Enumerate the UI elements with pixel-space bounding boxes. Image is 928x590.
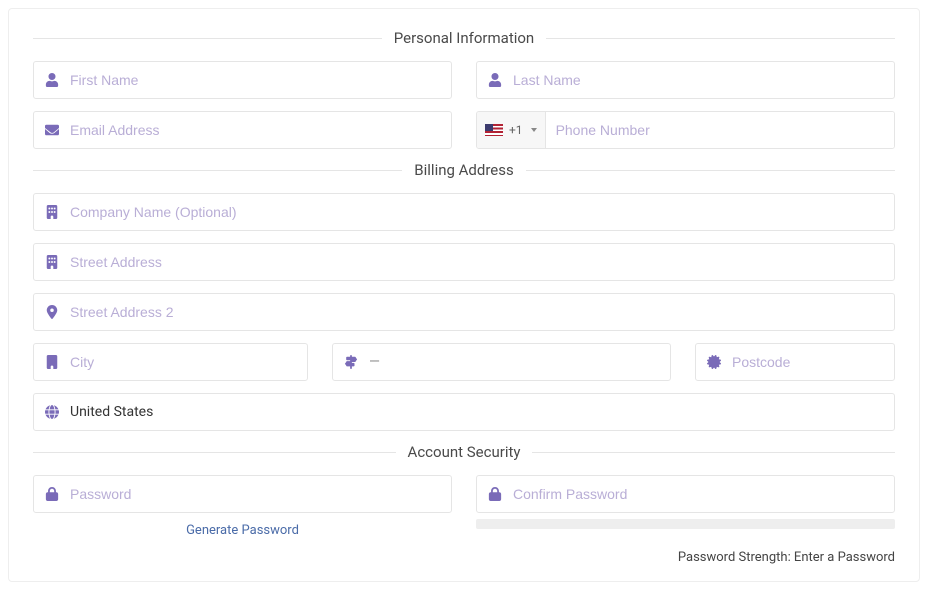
street1-field[interactable] — [33, 243, 895, 281]
password-strength-bar — [476, 519, 895, 529]
building-icon — [44, 205, 60, 219]
section-title-security: Account Security — [396, 443, 533, 461]
postcode-field[interactable] — [695, 343, 895, 381]
section-title-personal: Personal Information — [382, 29, 546, 47]
section-divider-security: Account Security — [33, 443, 895, 461]
state-field[interactable]: — — [332, 343, 671, 381]
street2-input[interactable] — [70, 304, 884, 320]
phone-country-selector[interactable]: +1 — [477, 112, 546, 148]
lock-icon — [487, 487, 503, 501]
country-value: United States — [70, 404, 884, 420]
section-divider-billing: Billing Address — [33, 161, 895, 179]
company-field[interactable] — [33, 193, 895, 231]
confirm-password-field[interactable] — [476, 475, 895, 513]
state-value: — — [369, 354, 660, 370]
section-divider-personal: Personal Information — [33, 29, 895, 47]
phone-input[interactable] — [546, 112, 894, 148]
user-icon — [487, 73, 503, 87]
signpost-icon — [343, 355, 359, 369]
certificate-icon — [706, 355, 722, 369]
building-icon — [44, 355, 60, 369]
generate-password-link[interactable]: Generate Password — [33, 513, 452, 538]
country-field[interactable]: United States — [33, 393, 895, 431]
password-field[interactable] — [33, 475, 452, 513]
registration-form: Personal Information — [8, 8, 920, 582]
last-name-field[interactable] — [476, 61, 895, 99]
company-input[interactable] — [70, 204, 884, 220]
first-name-input[interactable] — [70, 72, 441, 88]
confirm-password-input[interactable] — [513, 486, 884, 502]
map-marker-icon — [44, 305, 60, 319]
email-field[interactable] — [33, 111, 452, 149]
us-flag-icon — [485, 124, 503, 136]
globe-icon — [44, 405, 60, 419]
dial-code: +1 — [509, 123, 523, 137]
city-input[interactable] — [70, 354, 297, 370]
lock-icon — [44, 487, 60, 501]
chevron-down-icon — [531, 128, 537, 132]
last-name-input[interactable] — [513, 72, 884, 88]
user-icon — [44, 73, 60, 87]
city-field[interactable] — [33, 343, 308, 381]
postcode-input[interactable] — [732, 354, 913, 370]
section-title-billing: Billing Address — [402, 161, 525, 179]
building-icon — [44, 255, 60, 269]
password-input[interactable] — [70, 486, 441, 502]
street2-field[interactable] — [33, 293, 895, 331]
password-strength-label: Password Strength: Enter a Password — [33, 550, 895, 565]
phone-field[interactable]: +1 — [476, 111, 895, 149]
street1-input[interactable] — [70, 254, 884, 270]
envelope-icon — [44, 123, 60, 137]
first-name-field[interactable] — [33, 61, 452, 99]
email-input[interactable] — [70, 122, 441, 138]
